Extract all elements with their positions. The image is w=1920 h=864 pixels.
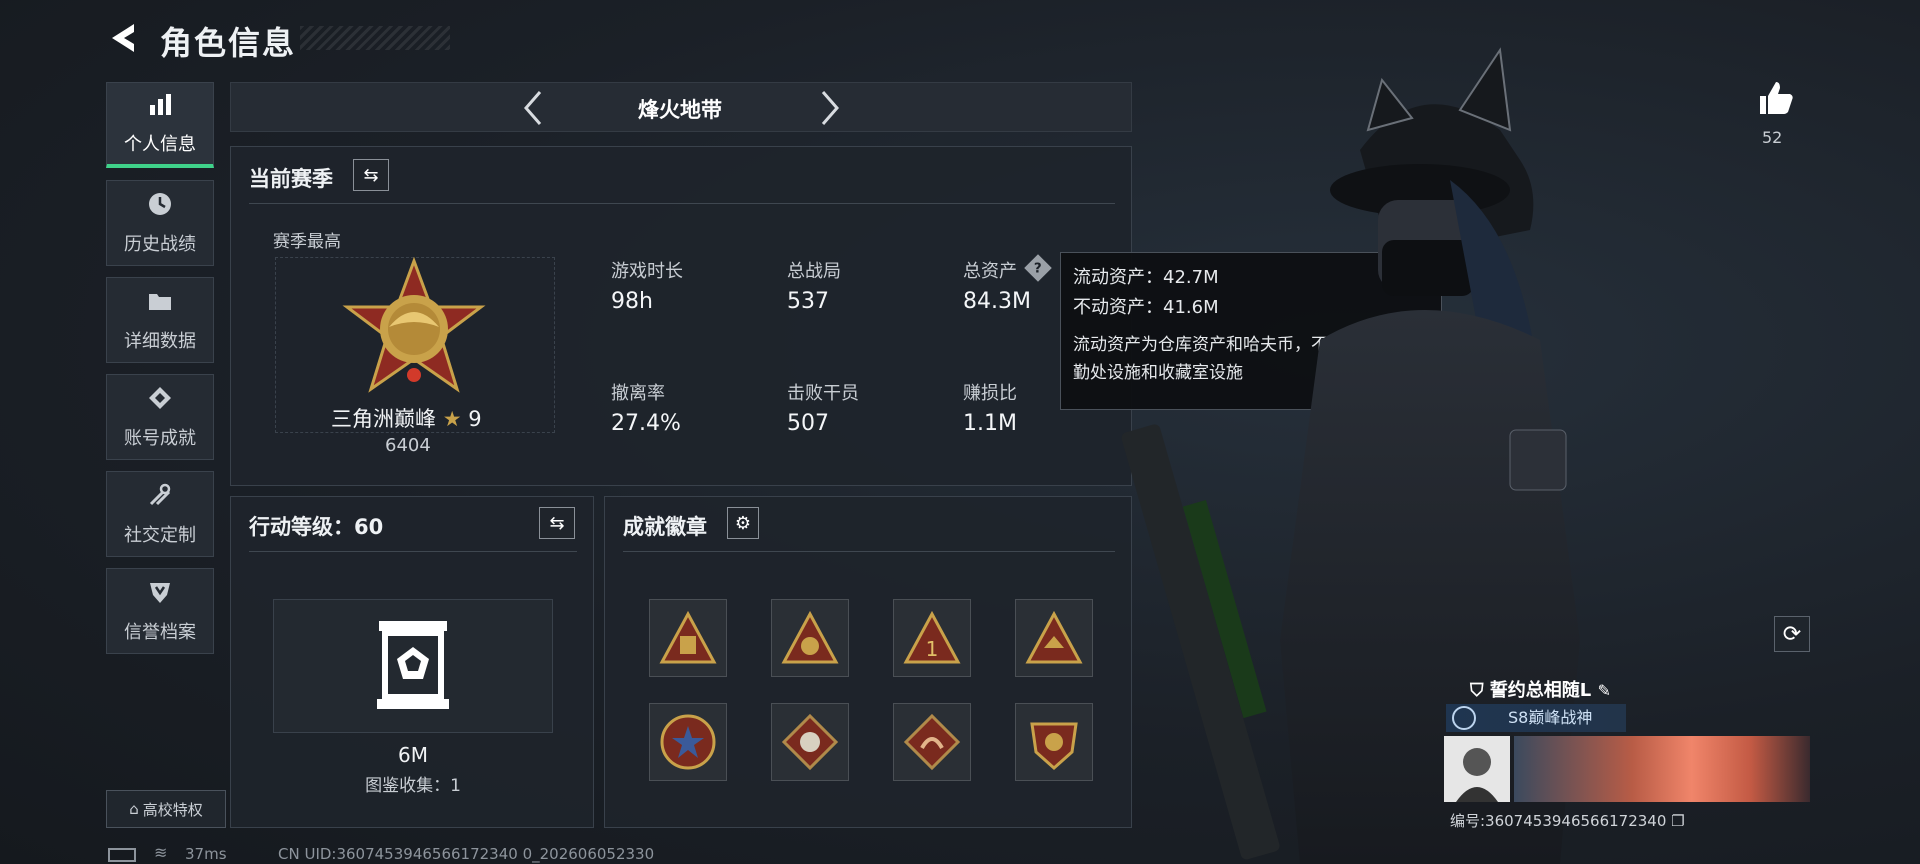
shield-badge-icon	[1030, 722, 1078, 771]
page-title: 角色信息	[160, 24, 297, 62]
sidebar-item-credit[interactable]: 信誉档案	[106, 568, 214, 654]
level-title: 行动等级：60	[249, 515, 384, 539]
diamond-badge-icon	[147, 385, 173, 416]
divider	[249, 551, 577, 552]
mode-name: 烽火地带	[638, 98, 722, 122]
achievement-badge[interactable]	[771, 599, 849, 677]
title-decoration	[300, 26, 450, 50]
refresh-icon: ⟳	[1782, 621, 1802, 647]
round-badge-icon	[660, 714, 716, 770]
stat-value-playtime: 98h	[611, 289, 653, 314]
back-arrow-icon[interactable]	[104, 18, 144, 58]
edit-icon[interactable]: ✎	[1598, 681, 1611, 700]
rank-name: 三角洲巅峰 ★ 9	[331, 407, 482, 431]
stat-value-assets: 84.3M	[963, 289, 1031, 314]
stat-label-extraction: 撤离率	[611, 383, 665, 404]
sidebar-item-personal-info[interactable]: 个人信息	[106, 82, 214, 168]
sidebar-item-label: 历史战绩	[124, 233, 196, 255]
season-title: 当前赛季	[249, 167, 333, 191]
sidebar-item-label: 个人信息	[124, 134, 196, 155]
swap-icon: ⇆	[363, 164, 379, 186]
achievement-badge[interactable]	[649, 599, 727, 677]
diamond-badge-icon	[781, 713, 839, 771]
achievement-badge[interactable]	[649, 703, 727, 781]
achievement-badge[interactable]	[1015, 599, 1093, 677]
ping-value: 37ms	[185, 845, 227, 863]
stat-value-matches: 537	[787, 289, 829, 314]
achievement-badge[interactable]: 1	[893, 599, 971, 677]
sidebar-item-social[interactable]: 社交定制	[106, 471, 214, 557]
season-best-label: 赛季最高	[273, 232, 341, 252]
collection-case-icon	[377, 621, 449, 709]
stat-label-playtime: 游戏时长	[611, 261, 683, 282]
bar-chart-icon	[147, 91, 173, 122]
achievement-settings-button[interactable]: ⚙	[727, 507, 759, 539]
player-uid: 编号:3607453946566172340 ❐	[1450, 812, 1685, 830]
level-panel: 行动等级：60 ⇆ 6M 图鉴收集：1	[230, 496, 594, 828]
achievement-panel: 成就徽章 ⚙ 1	[604, 496, 1132, 828]
stat-value-kills: 507	[787, 411, 829, 436]
switch-level-button[interactable]: ⇆	[539, 507, 575, 539]
thumbs-up-icon[interactable]	[1756, 78, 1796, 118]
sidebar-item-label: 账号成就	[124, 427, 196, 449]
achievement-badge[interactable]	[1015, 703, 1093, 781]
sidebar-item-detail-data[interactable]: 详细数据	[106, 277, 214, 363]
copy-icon[interactable]: ❐	[1671, 812, 1684, 830]
shield-small-icon: ⛉	[1470, 680, 1484, 701]
collection-label: 图鉴收集：1	[365, 776, 461, 796]
like-count: 52	[1762, 128, 1783, 147]
season-panel: 当前赛季 ⇆ 赛季最高 三角洲巅峰 ★ 9 6404 游戏时长 98h 总战局 …	[230, 146, 1132, 486]
swap-icon: ⇆	[549, 512, 565, 534]
stat-label-profit: 赚损比	[963, 383, 1017, 404]
sidebar-item-label: 详细数据	[124, 330, 196, 352]
avatar[interactable]	[1444, 736, 1510, 802]
folder-icon	[147, 288, 173, 319]
rank-emblem-icon	[342, 257, 486, 393]
school-icon: ⌂	[129, 800, 139, 818]
help-icon[interactable]: ?	[1024, 254, 1052, 282]
triangle-badge-icon	[781, 610, 839, 664]
profile-banner	[1514, 736, 1810, 802]
switch-season-button[interactable]: ⇆	[353, 159, 389, 191]
stat-label-kills: 击败干员	[787, 383, 859, 404]
diamond-badge-icon	[903, 713, 961, 771]
refresh-button[interactable]: ⟳	[1774, 616, 1810, 652]
triangle-badge-icon	[1025, 610, 1083, 664]
rank-score: 6404	[385, 435, 431, 456]
stat-label-matches: 总战局	[787, 261, 841, 282]
stat-value-profit: 1.1M	[963, 411, 1017, 436]
stat-label-assets: 总资产	[963, 261, 1017, 282]
sidebar-item-label: 社交定制	[124, 524, 196, 546]
star-icon: ★	[442, 407, 462, 431]
divider	[249, 203, 1115, 204]
chevron-left-icon[interactable]	[518, 88, 548, 128]
achievement-badge[interactable]	[771, 703, 849, 781]
player-name: ⛉ 誓约总相随L ✎	[1470, 680, 1611, 701]
collection-value: 6M	[398, 743, 428, 767]
sidebar-item-history[interactable]: 历史战绩	[106, 180, 214, 266]
battery-icon	[108, 848, 136, 862]
sidebar-item-achievements[interactable]: 账号成就	[106, 374, 214, 460]
gear-icon: ⚙	[734, 512, 752, 534]
chevron-right-icon[interactable]	[815, 88, 845, 128]
achievement-title: 成就徽章	[623, 515, 707, 539]
shield-icon	[147, 579, 173, 610]
triangle-badge-icon: 1	[903, 610, 961, 664]
triangle-badge-icon	[659, 610, 717, 664]
cn-uid: CN UID:3607453946566172340 0_20260605233…	[278, 845, 655, 863]
wifi-icon: ≋	[154, 843, 168, 862]
clock-icon	[147, 191, 173, 222]
achievement-badge[interactable]	[893, 703, 971, 781]
wrench-icon	[147, 482, 173, 513]
rank-badge-icon	[1452, 706, 1476, 730]
svg-text:1: 1	[926, 637, 939, 661]
school-privilege-button[interactable]: ⌂ 高校特权	[106, 790, 226, 828]
sidebar-item-label: 信誉档案	[124, 621, 196, 643]
stat-value-extraction: 27.4%	[611, 411, 681, 436]
divider	[623, 551, 1115, 552]
